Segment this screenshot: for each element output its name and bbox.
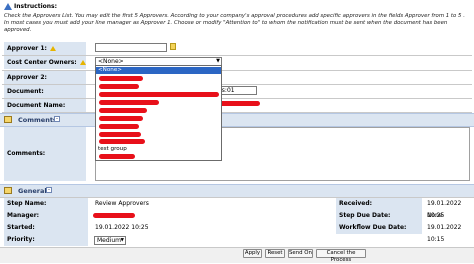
collapse-icon[interactable]: – <box>46 187 52 193</box>
redaction-mark <box>99 124 139 129</box>
cost-center-owners-label: Cost Center Owners: <box>4 56 86 69</box>
general-icon <box>4 187 12 194</box>
document-name-label: Document Name: <box>4 99 86 112</box>
approver2-label: Approver 2: <box>4 71 86 84</box>
manager-label: Manager: <box>4 210 88 222</box>
redaction-mark <box>93 213 135 218</box>
instructions-title: Instructions: <box>14 3 58 10</box>
redaction-mark <box>99 76 143 81</box>
redaction-mark <box>99 100 159 105</box>
redaction-mark <box>99 92 219 97</box>
send-on-button[interactable]: Send On <box>288 249 313 258</box>
dropdown-option[interactable]: test group <box>96 146 221 153</box>
workflow-due-date-label: Workflow Due Date: <box>336 222 422 234</box>
step-name-label: Step Name: <box>4 198 88 210</box>
comments-icon <box>4 116 12 123</box>
redaction-mark <box>99 139 145 144</box>
approver1-input[interactable] <box>95 43 167 52</box>
chevron-down-icon: ▼ <box>216 58 220 64</box>
redaction-mark <box>99 154 135 159</box>
cancel-process-button[interactable]: Cancel the Process <box>316 249 366 263</box>
approver1-lookup-icon[interactable] <box>170 43 176 50</box>
info-icon <box>4 3 12 10</box>
dropdown-option[interactable]: <None> <box>96 67 221 74</box>
instructions-text: Check the Approvers List. You may edit t… <box>4 13 465 33</box>
warning-icon <box>49 46 56 51</box>
cost-center-dropdown-list[interactable]: <None> test group <box>95 65 222 161</box>
chevron-down-icon: ▼ <box>120 238 124 243</box>
document-label: Document: <box>4 85 86 98</box>
comments-section-title: Comments <box>18 116 57 124</box>
reset-button[interactable]: Reset <box>265 249 285 258</box>
comments-section-header[interactable]: Comments – <box>0 113 474 127</box>
workflow-due-date-value: 19.01.2022 10:15 <box>427 224 462 243</box>
received-label: Received: <box>336 198 422 210</box>
started-label: Started: <box>4 222 88 234</box>
redaction-mark <box>99 132 141 137</box>
comments-label: Comments: <box>4 127 86 181</box>
step-due-date-value: None <box>427 212 443 219</box>
step-name-value: Review Approvers <box>95 200 149 207</box>
redaction-mark <box>99 116 143 121</box>
redaction-mark <box>99 108 147 113</box>
collapse-icon[interactable]: – <box>54 116 60 122</box>
approver1-label: Approver 1: <box>4 42 86 55</box>
step-due-date-label: Step Due Date: <box>336 210 422 222</box>
priority-label: Priority: <box>4 234 88 246</box>
warning-icon <box>79 60 86 65</box>
apply-button[interactable]: Apply <box>243 249 262 258</box>
redaction-mark <box>99 84 139 89</box>
instructions-panel: Instructions: Check the Approvers List. … <box>0 0 474 40</box>
general-section-title: General <box>18 187 47 195</box>
general-section-header[interactable]: General – <box>0 184 474 198</box>
priority-select[interactable]: Medium ▼ <box>94 236 126 245</box>
button-bar <box>0 247 474 263</box>
started-value: 19.01.2022 10:25 <box>95 224 149 231</box>
